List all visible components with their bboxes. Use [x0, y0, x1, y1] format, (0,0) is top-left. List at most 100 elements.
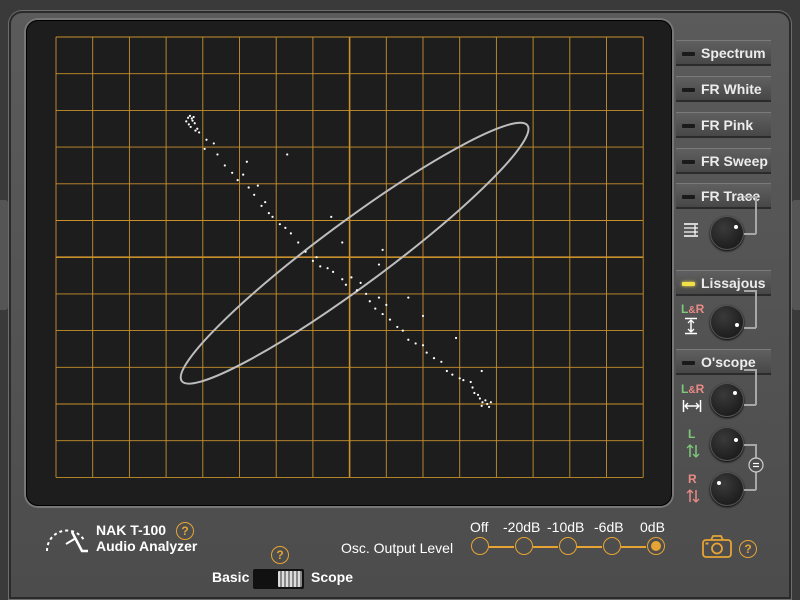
trace-point: [355, 289, 359, 292]
fr-sweep-button[interactable]: FR Sweep: [676, 148, 771, 174]
lissajous-gain-knob[interactable]: [710, 305, 744, 339]
trace-point: [440, 360, 443, 363]
trace-point: [476, 393, 480, 396]
trace-point: [311, 259, 314, 262]
connector-wire: [744, 233, 756, 235]
connector-wire: [755, 196, 757, 234]
switch-thumb[interactable]: [278, 571, 302, 587]
trace-point: [271, 215, 274, 218]
trace-point: [484, 399, 487, 402]
lissajous-led: [682, 282, 695, 286]
trace-point: [289, 232, 292, 235]
trace-point: [341, 241, 344, 244]
fr-white-button[interactable]: FR White: [676, 76, 771, 102]
level-minus20-radio[interactable]: [515, 537, 533, 555]
fr-sweep-label: FR Sweep: [701, 153, 768, 169]
trace-point: [297, 241, 300, 244]
trace-point: [396, 325, 399, 329]
right-offset-arrows-icon: [686, 489, 700, 503]
trace-points: [185, 114, 492, 409]
trace-point: [193, 122, 196, 125]
basic-scope-switch[interactable]: [253, 569, 304, 589]
right-channel-label: R: [688, 472, 697, 486]
trace-point: [374, 307, 377, 310]
fr-pink-button[interactable]: FR Pink: [676, 112, 771, 138]
trace-point: [473, 391, 476, 395]
left-channel-label: L: [688, 427, 696, 441]
oscope-timebase-knob[interactable]: [710, 383, 744, 417]
camera-icon[interactable]: [702, 534, 732, 558]
trace-point: [253, 193, 256, 196]
trace-point: [469, 380, 472, 384]
level-minus6-label: -6dB: [594, 519, 624, 535]
trace-point: [330, 215, 333, 218]
knob-indicator: [734, 225, 738, 229]
trace-point: [198, 131, 201, 134]
fr-trace-led: [682, 195, 695, 199]
trace-point: [191, 119, 194, 122]
trace-point: [359, 281, 362, 284]
trace-point: [377, 296, 381, 299]
scope-label: Scope: [311, 569, 354, 585]
lissajous-display: [55, 36, 644, 478]
left-side-tab: [0, 200, 8, 310]
spectrum-led: [682, 52, 695, 56]
level-0db-radio[interactable]: [647, 537, 665, 555]
trace-point: [242, 173, 245, 176]
fr-trace-button[interactable]: FR Trace: [676, 183, 771, 209]
fr-sweep-led: [682, 160, 695, 164]
trace-point: [284, 226, 287, 229]
level-minus6-radio[interactable]: [603, 537, 621, 555]
trace-point: [445, 369, 448, 373]
lr-timebase-label: L&R: [681, 382, 705, 396]
trace-point: [425, 351, 428, 354]
trace-point: [196, 127, 199, 130]
trace-point: [385, 303, 388, 307]
trace-point: [414, 342, 417, 345]
trace-point: [212, 142, 215, 145]
trace-point: [458, 377, 461, 380]
basic-label: Basic: [212, 569, 250, 585]
fr-pink-label: FR Pink: [701, 117, 754, 133]
trace-point: [190, 117, 193, 120]
fr-white-label: FR White: [701, 81, 762, 97]
trace-point: [407, 296, 410, 299]
trace-point: [341, 278, 344, 281]
osc-output-level-title: Osc. Output Level: [341, 540, 454, 556]
scope-screen: [26, 20, 672, 506]
trace-point: [245, 160, 248, 163]
trace-point: [236, 179, 239, 182]
right-channel-knob[interactable]: [710, 472, 744, 506]
radio-connector: [533, 546, 558, 548]
trace-point: [223, 164, 226, 167]
help-icon[interactable]: ?: [176, 522, 194, 540]
trace-point: [344, 283, 348, 286]
trace-point: [480, 404, 483, 407]
help-icon[interactable]: ?: [739, 540, 757, 558]
lissajous-button[interactable]: Lissajous: [676, 270, 771, 296]
trace-point: [350, 276, 353, 279]
left-channel-knob[interactable]: [710, 427, 744, 461]
fr-pink-led: [682, 124, 695, 128]
trace-point: [203, 147, 206, 151]
fr-trace-knob[interactable]: [710, 216, 744, 250]
trace-point: [407, 338, 410, 341]
help-icon[interactable]: ?: [271, 546, 289, 564]
level-0db-label: 0dB: [640, 519, 665, 535]
connector-wire: [755, 290, 757, 328]
trace-point: [264, 201, 267, 204]
trace-point: [187, 116, 190, 119]
equals-icon[interactable]: [748, 457, 764, 473]
trace-point: [304, 250, 307, 253]
trace-point: [286, 153, 289, 156]
horizontal-scale-icon: [682, 400, 702, 412]
level-minus10-label: -10dB: [547, 519, 585, 535]
trace-point: [185, 120, 188, 123]
spectrum-label: Spectrum: [701, 45, 766, 61]
spectrum-button[interactable]: Spectrum: [676, 40, 771, 66]
level-minus10-radio[interactable]: [559, 537, 577, 555]
trace-point: [451, 373, 454, 376]
oscope-button[interactable]: O'scope: [676, 349, 771, 375]
radio-connector: [577, 546, 602, 548]
level-off-radio[interactable]: [471, 537, 489, 555]
